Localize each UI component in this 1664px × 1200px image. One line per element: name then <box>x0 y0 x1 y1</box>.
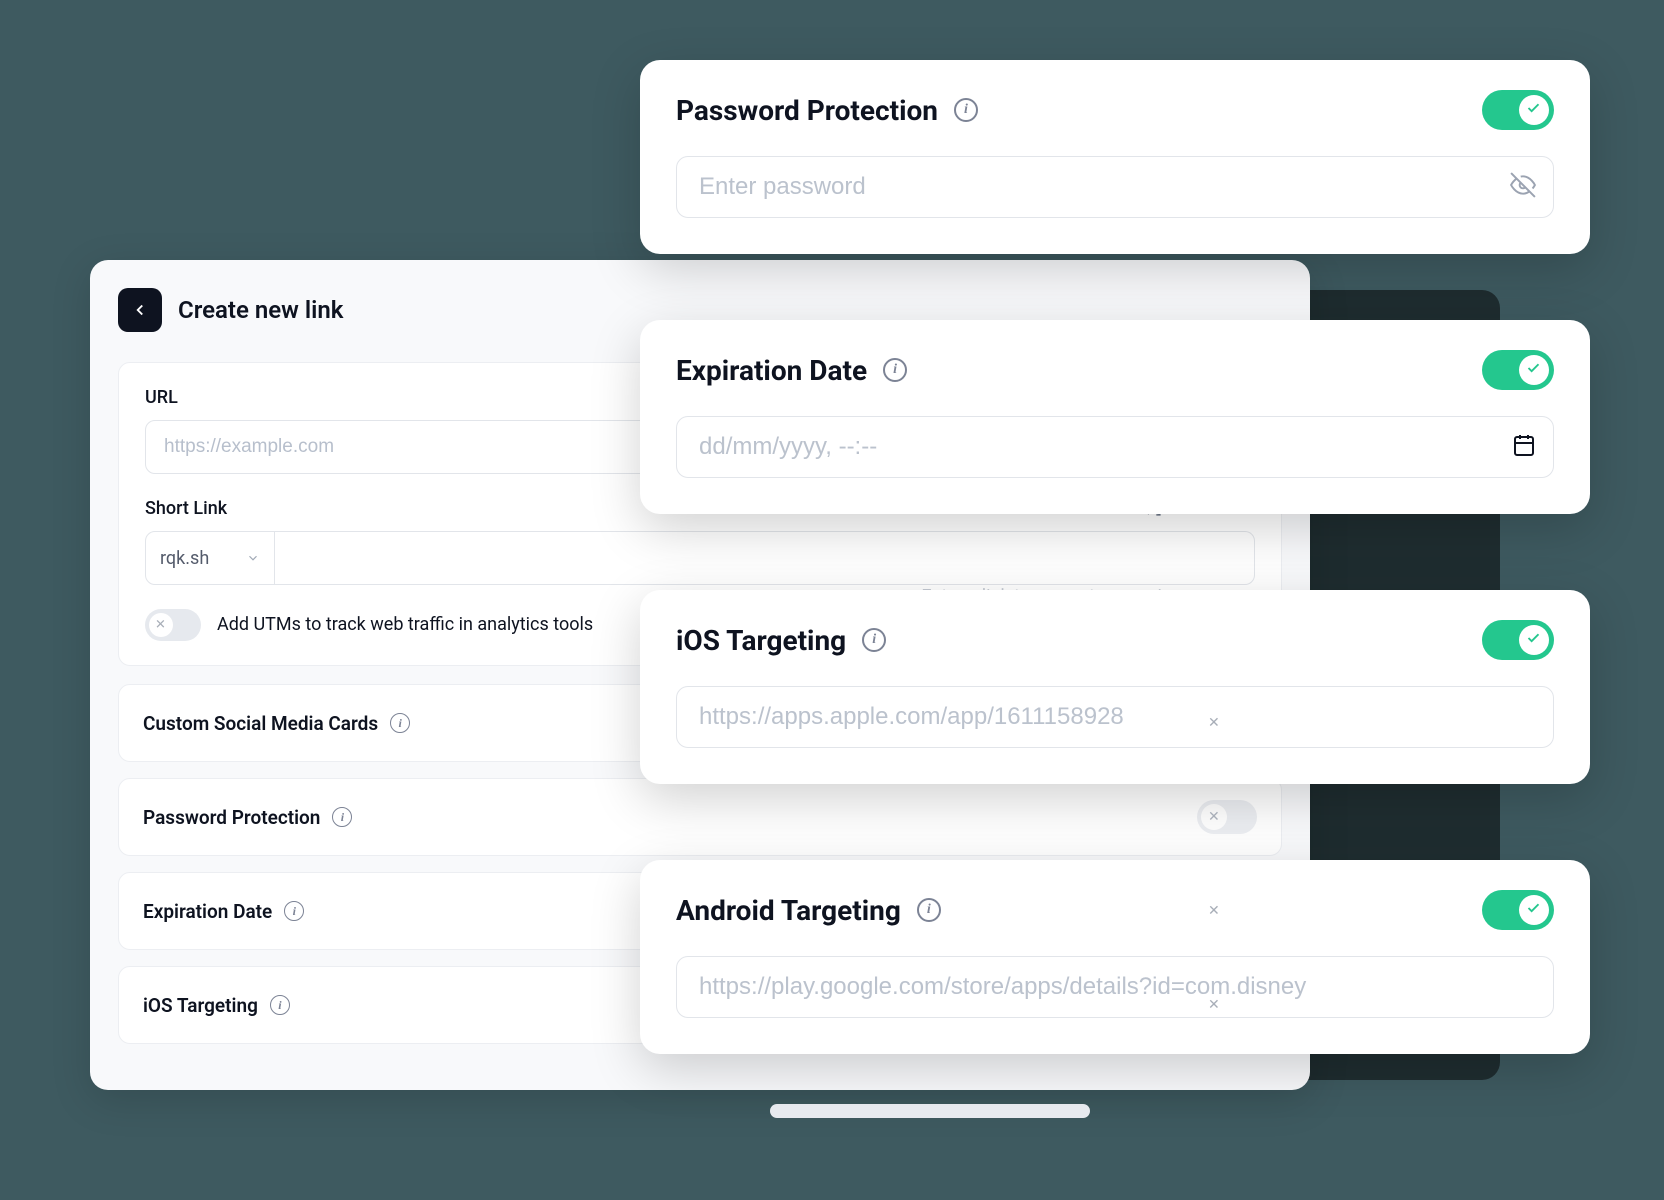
x-icon: ✕ <box>1208 903 1220 919</box>
x-icon: ✕ <box>155 618 166 633</box>
option-password: Password Protection ✕ <box>118 778 1282 856</box>
toggle-ios-on[interactable] <box>1482 620 1554 660</box>
card-password-protection: Password Protection <box>640 60 1590 254</box>
option-label: iOS Targeting <box>143 994 258 1017</box>
password-input[interactable] <box>676 156 1554 218</box>
skeleton-bar <box>770 1104 1090 1118</box>
check-icon <box>1526 901 1541 916</box>
calendar-icon <box>1512 433 1536 457</box>
x-icon: ✕ <box>1208 809 1220 825</box>
toggle-android-on[interactable] <box>1482 890 1554 930</box>
domain-select[interactable]: rqk.sh <box>145 531 275 585</box>
android-url-input[interactable] <box>676 956 1554 1018</box>
option-label: Expiration Date <box>143 900 272 923</box>
check-icon <box>1526 631 1541 646</box>
info-icon[interactable] <box>954 98 978 122</box>
info-icon[interactable] <box>284 901 304 921</box>
utm-toggle[interactable]: ✕ <box>145 609 201 641</box>
short-link-label: Short Link <box>145 498 227 519</box>
chevron-down-icon <box>246 551 260 565</box>
short-link-inputs: rqk.sh <box>145 531 1255 585</box>
domain-value: rqk.sh <box>160 548 209 569</box>
card-title: Android Targeting <box>676 894 901 927</box>
card-expiration-date: Expiration Date <box>640 320 1590 514</box>
toggle-password-on[interactable] <box>1482 90 1554 130</box>
info-icon[interactable] <box>862 628 886 652</box>
utm-label: Add UTMs to track web traffic in analyti… <box>217 612 593 637</box>
toggle-visibility-button[interactable] <box>1510 172 1536 202</box>
option-label: Password Protection <box>143 806 320 829</box>
card-ios-targeting: iOS Targeting <box>640 590 1590 784</box>
check-icon <box>1526 361 1541 376</box>
card-title: Expiration Date <box>676 354 867 387</box>
option-label: Custom Social Media Cards <box>143 712 378 735</box>
check-icon <box>1526 101 1541 116</box>
x-icon: ✕ <box>1208 997 1220 1013</box>
ios-url-input[interactable] <box>676 686 1554 748</box>
eye-off-icon <box>1510 172 1536 198</box>
toggle-expiry-on[interactable] <box>1482 350 1554 390</box>
card-android-targeting: Android Targeting <box>640 860 1590 1054</box>
info-icon[interactable] <box>332 807 352 827</box>
back-button[interactable] <box>118 288 162 332</box>
x-icon: ✕ <box>1208 715 1220 731</box>
calendar-button[interactable] <box>1512 433 1536 461</box>
toggle-password[interactable]: ✕ <box>1197 800 1257 834</box>
info-icon[interactable] <box>883 358 907 382</box>
card-title: iOS Targeting <box>676 624 846 657</box>
info-icon[interactable] <box>270 995 290 1015</box>
info-icon[interactable] <box>917 898 941 922</box>
chevron-left-icon <box>131 301 149 319</box>
expiry-input[interactable] <box>676 416 1554 478</box>
card-title: Password Protection <box>676 94 938 127</box>
slug-input[interactable] <box>275 531 1255 585</box>
panel-title: Create new link <box>178 296 343 324</box>
info-icon[interactable] <box>390 713 410 733</box>
